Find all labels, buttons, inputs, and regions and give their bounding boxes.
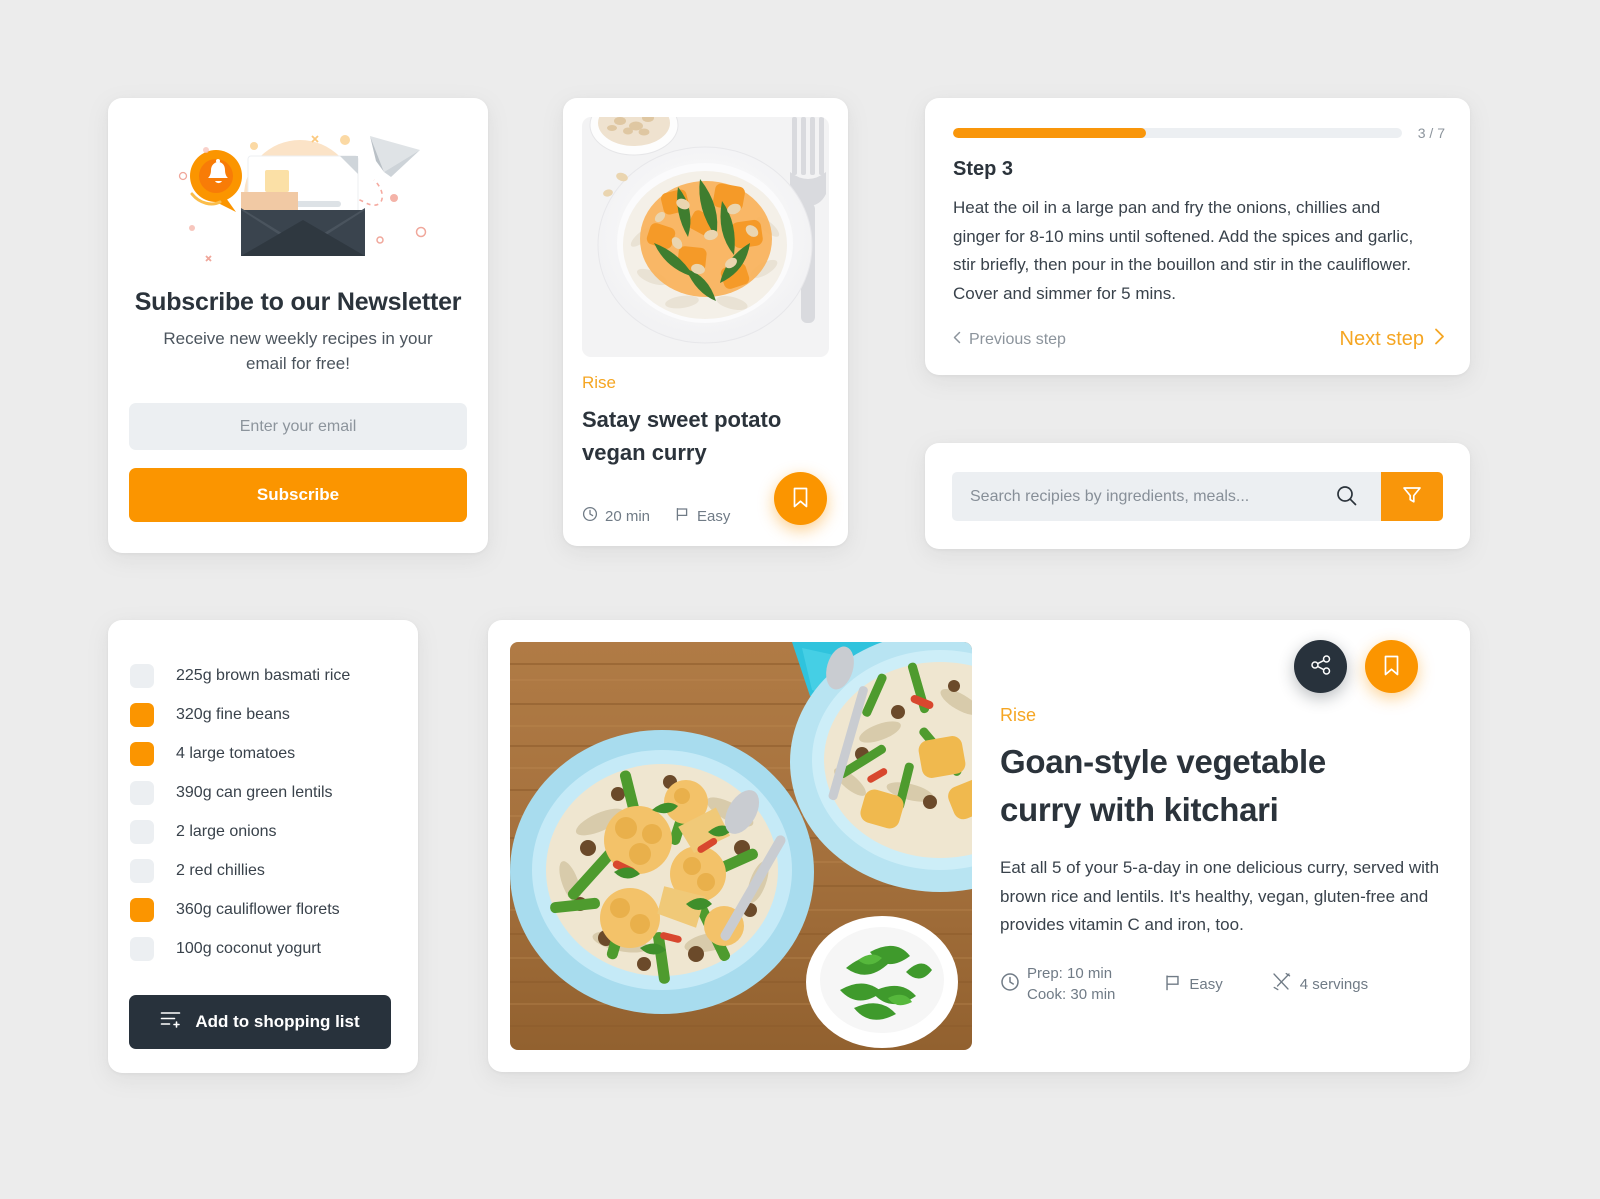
step-progress: 3 / 7 [953,125,1445,141]
ingredient-row[interactable]: 390g can green lentils [130,773,400,812]
goan-brand-label: Rise [1000,705,1037,725]
satay-recipe-title: Satay sweet potato vegan curry [582,407,782,465]
goan-time-meta: Prep: 10 min Cook: 30 min [1000,963,1115,1005]
chevron-right-icon [1434,328,1445,351]
goan-prep-text: Prep: 10 min [1027,965,1113,982]
add-to-shopping-list-button[interactable]: Add to shopping list [129,995,391,1049]
ingredient-checkbox[interactable] [130,897,154,922]
share-button[interactable] [1294,640,1347,693]
ingredient-row[interactable]: 2 large onions [130,812,400,851]
next-step-button[interactable]: Next step [1340,328,1445,351]
newsletter-subtitle: Receive new weekly recipes in your email… [163,329,433,373]
ingredient-label: 4 large tomatoes [176,744,296,762]
previous-step-button[interactable]: Previous step [953,331,1066,349]
flag-icon [674,506,690,526]
goan-recipe-description: Eat all 5 of your 5-a-day in one delicio… [1000,858,1440,934]
ingredient-row[interactable]: 360g cauliflower florets [130,890,400,929]
cutlery-icon [1271,971,1293,997]
search-submit-button[interactable] [1327,472,1365,521]
add-to-shopping-list-label: Add to shopping list [195,1012,360,1031]
goan-vegetable-curry-photo [510,642,972,1050]
step-counter: 3 / 7 [1417,125,1445,141]
search-card [925,443,1470,549]
goan-bookmark-button[interactable] [1365,640,1418,693]
chevron-left-icon [953,331,961,349]
clock-icon [1000,972,1020,996]
progress-track [953,128,1402,138]
goan-difficulty-text: Easy [1189,975,1223,993]
ingredient-row[interactable]: 100g coconut yogurt [130,929,400,968]
ingredient-label: 2 red chillies [176,861,265,879]
filter-funnel-icon [1401,484,1423,509]
ingredients-card: 225g brown basmati rice 320g fine beans 4 … [108,620,418,1073]
satay-difficulty-meta: Easy [674,506,730,526]
ingredient-checkbox[interactable] [130,702,154,727]
goan-action-buttons [1294,640,1418,693]
filter-button[interactable] [1381,472,1443,521]
satay-sweet-potato-curry-photo [582,117,829,357]
ingredient-label: 2 large onions [176,822,277,840]
goan-servings-text: 4 servings [1299,975,1369,993]
newsletter-card: Subscribe to our Newsletter Receive new … [108,98,488,553]
previous-step-label: Previous step [969,330,1066,348]
bookmark-icon [1381,654,1402,680]
satay-recipe-card[interactable]: Rise Satay sweet potato vegan curry 20 m… [563,98,848,546]
search-input[interactable] [952,472,1381,521]
ingredient-row[interactable]: 225g brown basmati rice [130,656,400,695]
goan-difficulty-meta: Easy [1163,973,1223,996]
goan-servings-meta: 4 servings [1271,971,1368,997]
satay-meta-row: 20 min Easy [582,506,730,526]
goan-card-content: Rise Goan-style vegetable curry with kit… [1000,620,1470,1072]
email-field[interactable] [129,403,467,450]
ingredient-row[interactable]: 320g fine beans [130,695,400,734]
ingredient-row[interactable]: 4 large tomatoes [130,734,400,773]
newsletter-title: Subscribe to our Newsletter [134,288,462,316]
progress-fill [953,128,1146,138]
satay-bookmark-button[interactable] [774,472,827,525]
goan-recipe-title: Goan-style vegetable curry with kitchari [1000,743,1326,828]
satay-brand-label: Rise [582,373,617,392]
goan-cook-text: Cook: 30 min [1027,986,1116,1003]
ingredient-label: 225g brown basmati rice [176,666,351,684]
goan-recipe-card: Rise Goan-style vegetable curry with kit… [488,620,1470,1072]
ingredient-label: 360g cauliflower florets [176,900,340,918]
goan-meta-row: Prep: 10 min Cook: 30 min Easy 4 serving… [1000,963,1368,1005]
page-root: Subscribe to our Newsletter Receive new … [0,0,1600,1199]
ingredient-checkbox[interactable] [130,858,154,883]
ingredient-row[interactable]: 2 red chillies [130,851,400,890]
search-bar [952,472,1443,521]
ingredient-label: 320g fine beans [176,705,290,723]
ingredient-checkbox[interactable] [130,936,154,961]
newsletter-envelope-illustration [108,128,488,268]
satay-time-meta: 20 min [582,506,650,526]
step-title: Step 3 [953,158,1014,180]
search-icon [1336,485,1357,509]
ingredient-checkbox[interactable] [130,819,154,844]
satay-time-text: 20 min [605,507,651,525]
recipe-step-card: 3 / 7 Step 3 Heat the oil in a large pan… [925,98,1470,375]
next-step-label: Next step [1339,328,1424,350]
share-icon [1310,654,1332,679]
bookmark-icon [790,486,811,512]
step-navigation: Previous step Next step [953,328,1445,351]
ingredient-checkbox[interactable] [130,741,154,766]
ingredient-checkbox[interactable] [130,663,154,688]
subscribe-button[interactable]: Subscribe [129,468,467,522]
ingredient-label: 100g coconut yogurt [176,939,321,957]
ingredients-list: 225g brown basmati rice 320g fine beans 4 … [130,656,400,968]
flag-icon [1163,973,1182,996]
add-to-list-icon [160,1010,181,1034]
satay-difficulty-text: Easy [697,507,731,525]
step-instructions: Heat the oil in a large pan and fry the … [953,198,1414,303]
clock-icon [582,506,598,526]
ingredient-checkbox[interactable] [130,780,154,805]
ingredient-label: 390g can green lentils [176,783,333,801]
